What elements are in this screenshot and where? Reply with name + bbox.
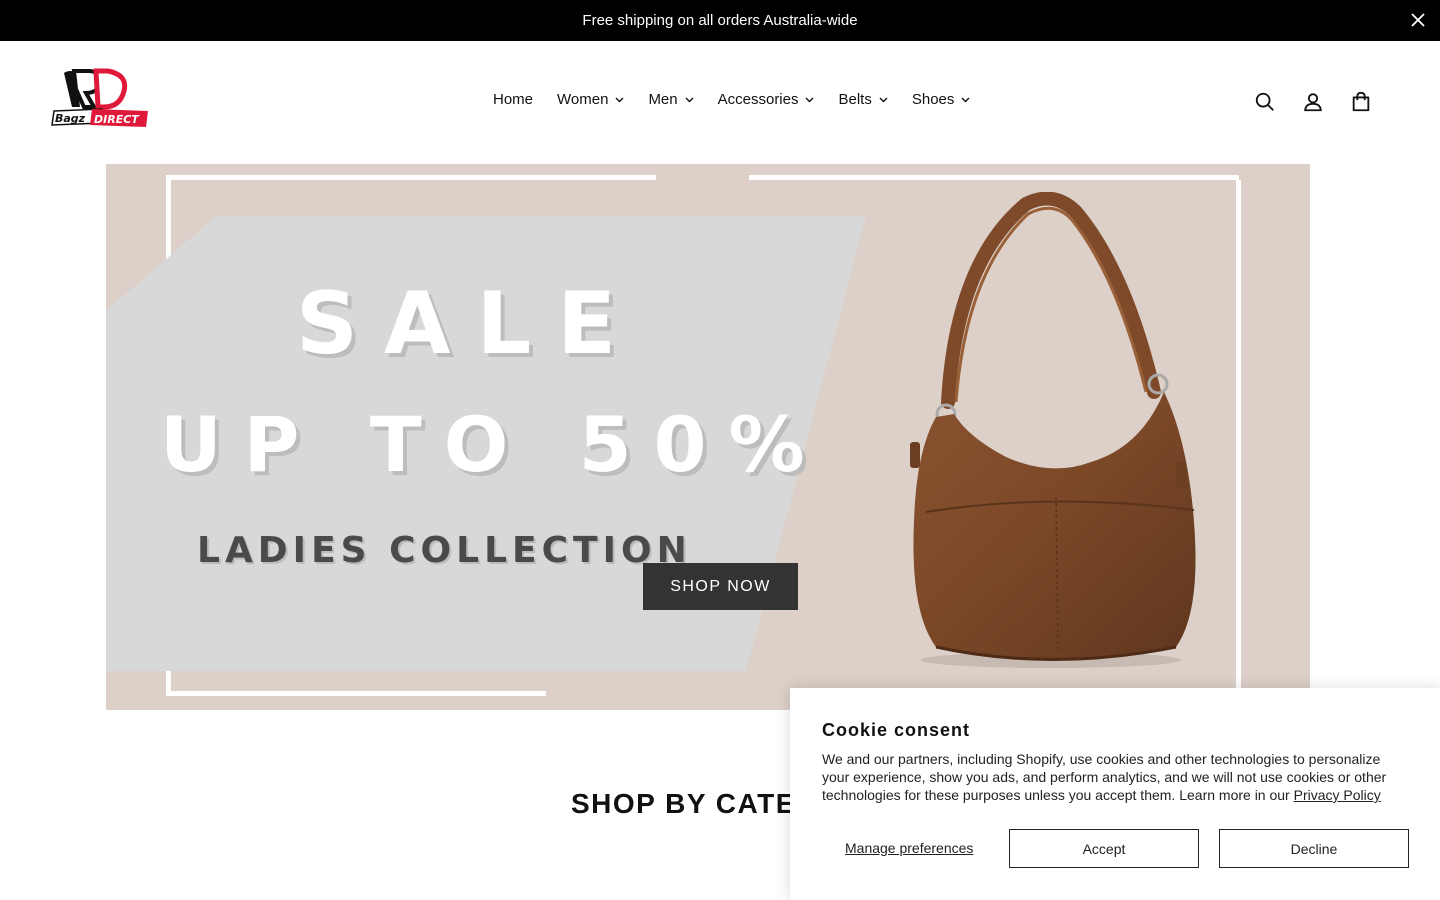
site-header: Bagz DIRECT Home Women Men Accessories B… xyxy=(0,41,1440,163)
nav-men[interactable]: Men xyxy=(648,91,694,108)
main-nav: Home Women Men Accessories Belts Shoes xyxy=(493,91,970,108)
nav-shoes[interactable]: Shoes xyxy=(912,91,971,108)
announcement-text: Free shipping on all orders Australia-wi… xyxy=(582,12,858,29)
account-icon[interactable] xyxy=(1302,91,1326,115)
nav-belts[interactable]: Belts xyxy=(838,91,888,108)
frame-line xyxy=(1236,180,1241,710)
accept-button[interactable]: Accept xyxy=(1009,829,1199,868)
close-icon[interactable] xyxy=(1408,10,1428,30)
shop-now-button[interactable]: SHOP NOW xyxy=(643,563,798,610)
nav-home-label: Home xyxy=(493,91,534,108)
announcement-bar: Free shipping on all orders Australia-wi… xyxy=(0,0,1440,41)
cart-icon[interactable] xyxy=(1350,91,1374,115)
nav-accessories[interactable]: Accessories xyxy=(718,91,815,108)
nav-men-label: Men xyxy=(648,91,678,108)
nav-accessories-label: Accessories xyxy=(717,91,799,108)
chevron-down-icon xyxy=(615,97,624,102)
nav-belts-label: Belts xyxy=(838,91,872,108)
frame-line xyxy=(166,175,656,180)
svg-text:DIRECT: DIRECT xyxy=(94,113,140,126)
chevron-down-icon xyxy=(685,97,694,102)
nav-women-label: Women xyxy=(557,91,609,108)
cookie-body: We and our partners, including Shopify, … xyxy=(822,750,1402,804)
hero-banner[interactable]: SALE UP TO 50% LADIES COLLECTION SHOP NO… xyxy=(106,164,1310,710)
nav-women[interactable]: Women xyxy=(557,91,624,108)
cookie-consent-dialog: Cookie consent We and our partners, incl… xyxy=(790,688,1440,900)
privacy-policy-link[interactable]: Privacy Policy xyxy=(1294,787,1381,803)
chevron-down-icon xyxy=(805,97,814,102)
svg-text:Bagz: Bagz xyxy=(55,112,86,125)
handbag-image xyxy=(910,192,1196,668)
search-icon[interactable] xyxy=(1254,91,1278,115)
chevron-down-icon xyxy=(879,97,888,102)
hero-subheadline: UP TO 50% xyxy=(160,400,827,489)
frame-line xyxy=(749,175,1239,180)
nav-shoes-label: Shoes xyxy=(911,91,955,108)
nav-home[interactable]: Home xyxy=(493,91,533,108)
decline-button[interactable]: Decline xyxy=(1219,829,1409,868)
hero-headline: SALE xyxy=(296,274,643,374)
header-actions xyxy=(1254,91,1374,115)
frame-line xyxy=(166,691,546,696)
chevron-down-icon xyxy=(961,97,970,102)
brand-logo[interactable]: Bagz DIRECT xyxy=(50,67,150,131)
cookie-title: Cookie consent xyxy=(822,720,971,740)
manage-preferences-button[interactable]: Manage preferences xyxy=(845,840,973,856)
hero-collection: LADIES COLLECTION xyxy=(197,530,692,571)
